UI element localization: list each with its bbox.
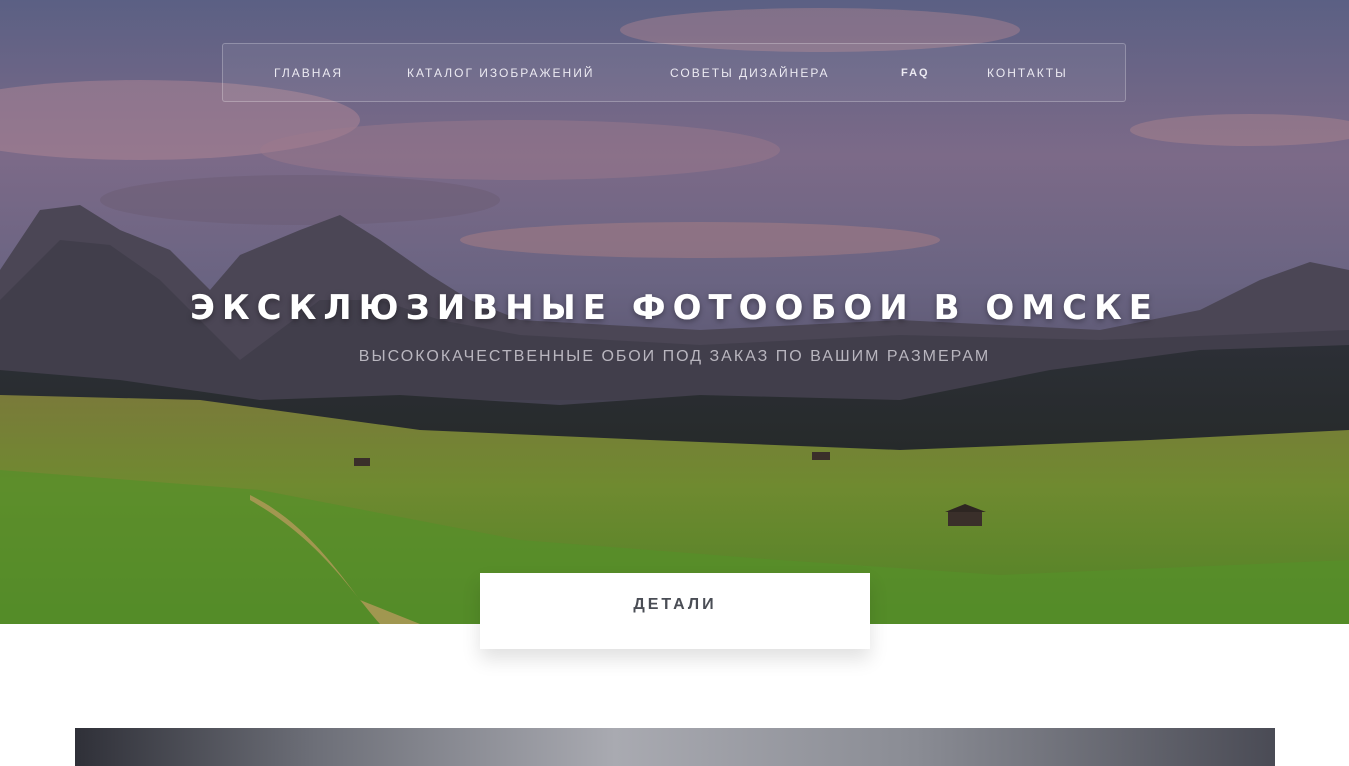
nav-item-home[interactable]: ГЛАВНАЯ <box>274 44 343 103</box>
nav-item-faq[interactable]: FAQ <box>901 44 930 103</box>
nav-item-designer-tips[interactable]: СОВЕТЫ ДИЗАЙНЕРА <box>670 44 830 103</box>
hero-title: ЭКСКЛЮЗИВНЫЕ ФОТООБОИ В ОМСКЕ <box>189 288 1160 328</box>
featured-image <box>75 728 1275 766</box>
hero-section: ГЛАВНАЯ КАТАЛОГ ИЗОБРАЖЕНИЙ СОВЕТЫ ДИЗАЙ… <box>0 0 1349 624</box>
page: ГЛАВНАЯ КАТАЛОГ ИЗОБРАЖЕНИЙ СОВЕТЫ ДИЗАЙ… <box>0 0 1349 766</box>
nav-item-catalog[interactable]: КАТАЛОГ ИЗОБРАЖЕНИЙ <box>407 44 594 103</box>
hero-subtitle: ВЫСОКОКАЧЕСТВЕННЫЕ ОБОИ ПОД ЗАКАЗ ПО ВАШ… <box>358 348 991 365</box>
main-navigation: ГЛАВНАЯ КАТАЛОГ ИЗОБРАЖЕНИЙ СОВЕТЫ ДИЗАЙ… <box>222 43 1126 102</box>
details-button[interactable]: ДЕТАЛИ <box>480 573 870 649</box>
nav-item-contacts[interactable]: КОНТАКТЫ <box>987 44 1068 103</box>
